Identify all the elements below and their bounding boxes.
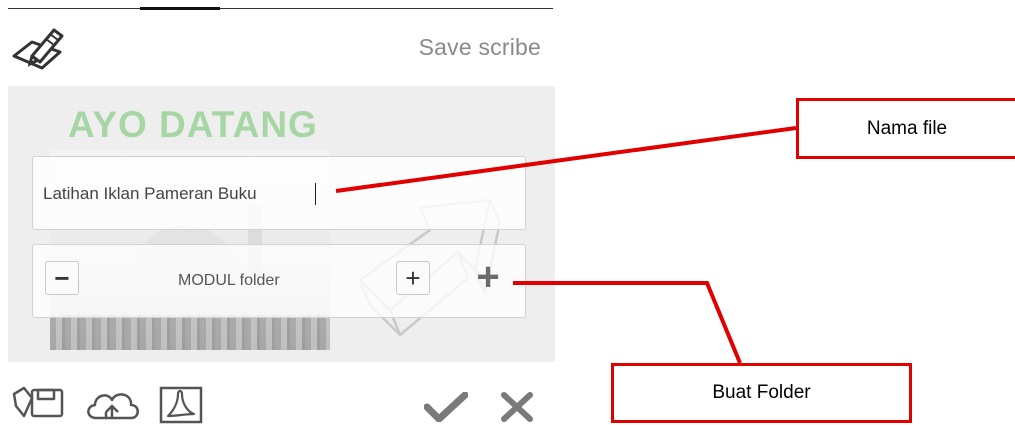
file-name-field[interactable] [32, 156, 526, 230]
save-local-icon[interactable] [10, 386, 70, 422]
close-icon[interactable] [500, 392, 534, 422]
canvas-headline: AYO DATANG [68, 104, 318, 145]
remove-folder-button[interactable]: − [45, 261, 79, 295]
pen-on-paper-icon [12, 28, 64, 70]
callout-file-name: Nama file [796, 98, 1015, 159]
folder-name: MODUL folder [178, 272, 280, 289]
text-caret [315, 183, 316, 205]
top-divider [8, 8, 553, 9]
photo-crowd [50, 315, 330, 350]
save-scribe-panel: Save scribe AYO DATANG − MODUL folder + … [0, 0, 555, 425]
new-folder-button[interactable]: + [470, 257, 506, 297]
checkmark-icon[interactable] [424, 392, 468, 422]
add-folder-button[interactable]: + [396, 261, 430, 295]
page-title: Save scribe [418, 34, 541, 60]
callout-new-folder: Buat Folder [611, 363, 912, 423]
cloud-icon[interactable] [84, 386, 144, 422]
top-divider-accent [140, 7, 220, 10]
pdf-icon[interactable] [158, 386, 204, 424]
file-name-input[interactable] [43, 180, 513, 208]
folder-selector: − MODUL folder + + [32, 244, 526, 318]
